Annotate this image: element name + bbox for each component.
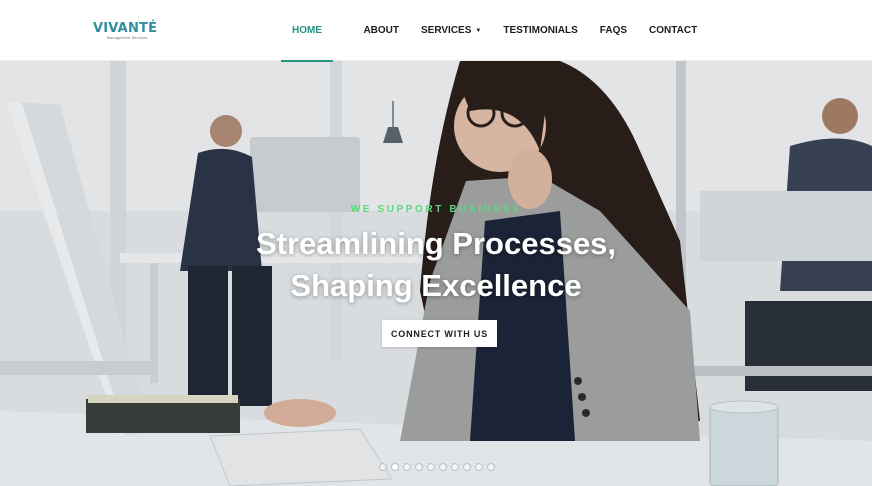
hero-headline-line-2: Shaping Excellence bbox=[290, 268, 582, 303]
slider-dot[interactable] bbox=[379, 463, 387, 471]
nav-item-label: ABOUT bbox=[363, 25, 399, 36]
slider-dot[interactable] bbox=[427, 463, 435, 471]
slider-dot[interactable] bbox=[415, 463, 423, 471]
brand-name: VIVANTÉ bbox=[93, 21, 158, 36]
slider-dot-active[interactable] bbox=[391, 463, 399, 471]
brand-tagline: Management Services bbox=[107, 36, 148, 40]
nav-item-label: HOME bbox=[292, 25, 322, 36]
slider-dot[interactable] bbox=[403, 463, 411, 471]
hero-headline: Streamlining Processes, Shaping Excellen… bbox=[0, 223, 872, 307]
chevron-down-icon: ▼ bbox=[475, 27, 482, 34]
slider-dot[interactable] bbox=[487, 463, 495, 471]
slider-dot[interactable] bbox=[439, 463, 447, 471]
slider-pagination bbox=[379, 463, 495, 471]
connect-with-us-button[interactable]: CONNECT WITH US bbox=[382, 320, 497, 347]
hero-slider: WE SUPPORT BUSINESS Streamlining Process… bbox=[0, 61, 872, 486]
hero-headline-line-1: Streamlining Processes, bbox=[255, 226, 617, 261]
brand-logo[interactable]: VIVANTÉ Management Services bbox=[93, 21, 163, 41]
slider-dot[interactable] bbox=[475, 463, 483, 471]
nav-item-about[interactable]: ABOUT bbox=[333, 0, 399, 61]
slider-dot[interactable] bbox=[451, 463, 459, 471]
nav-item-services[interactable]: SERVICES ▼ bbox=[421, 0, 481, 61]
main-nav: HOME ABOUT SERVICES ▼ TESTIMONIALS FAQS … bbox=[281, 0, 697, 62]
nav-item-label: TESTIMONIALS bbox=[503, 25, 578, 36]
site-header: VIVANTÉ Management Services HOME ABOUT S… bbox=[0, 0, 872, 62]
hero-eyebrow: WE SUPPORT BUSINESS bbox=[350, 204, 522, 215]
nav-item-label: CONTACT bbox=[649, 25, 698, 36]
nav-item-label: SERVICES bbox=[421, 25, 472, 36]
nav-item-faqs[interactable]: FAQS bbox=[600, 0, 627, 61]
nav-item-testimonials[interactable]: TESTIMONIALS bbox=[503, 0, 577, 61]
nav-item-home[interactable]: HOME bbox=[281, 0, 333, 62]
nav-item-contact[interactable]: CONTACT bbox=[649, 0, 697, 61]
slider-dot[interactable] bbox=[463, 463, 471, 471]
nav-item-label: FAQS bbox=[599, 25, 628, 36]
